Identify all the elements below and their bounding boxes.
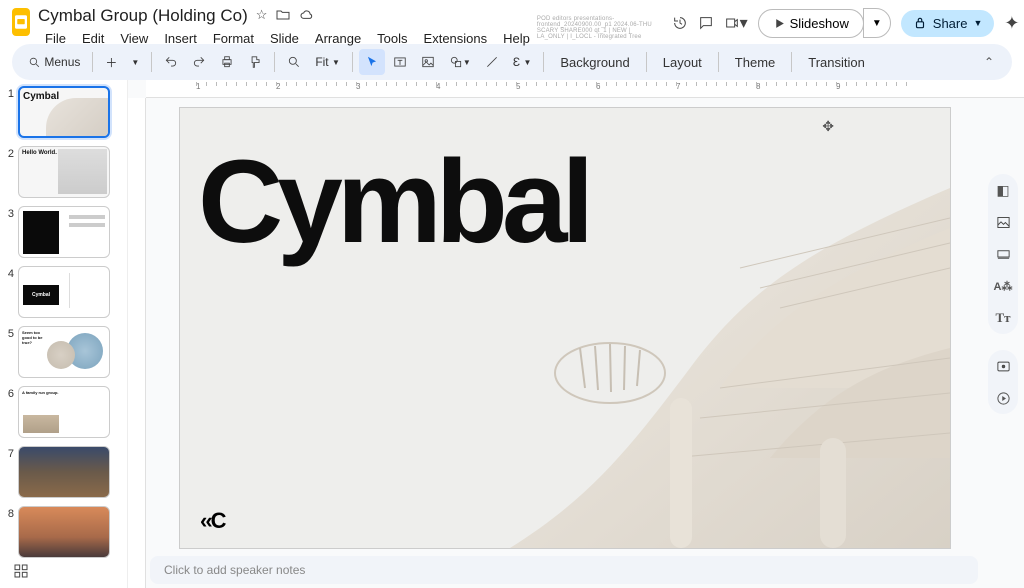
thumbnail-2[interactable]: Hello World. <box>18 146 110 198</box>
speaker-notes[interactable]: Click to add speaker notes <box>150 556 978 584</box>
menu-bar: File Edit View Insert Format Slide Arran… <box>38 28 537 49</box>
textbox-tool[interactable] <box>387 49 413 75</box>
vertical-ruler <box>128 98 146 588</box>
theme-button[interactable]: Theme <box>725 49 785 75</box>
side-panel: ◧ A⁂ Tᴛ <box>984 84 1022 586</box>
meet-icon[interactable]: ▾ <box>724 11 748 35</box>
menu-arrange[interactable]: Arrange <box>308 28 368 49</box>
slide-number: 7 <box>6 446 14 498</box>
slideshow-caret[interactable]: ▼ <box>863 8 891 38</box>
select-tool[interactable] <box>359 49 385 75</box>
thumbnail-6[interactable]: A family run group. <box>18 386 110 438</box>
gemini-icon[interactable]: ✦ <box>1004 11 1019 35</box>
print-button[interactable] <box>214 49 240 75</box>
slide-number: 2 <box>6 146 14 198</box>
document-title[interactable]: Cymbal Group (Holding Co) <box>38 6 248 26</box>
slide-number: 8 <box>6 506 14 558</box>
new-slide-button[interactable]: ＋ <box>99 49 123 75</box>
thumbnail-4[interactable]: Cymbal <box>18 266 110 318</box>
move-cursor-icon: ✥ <box>822 118 834 135</box>
paint-format-button[interactable] <box>242 49 268 75</box>
slide-number: 3 <box>6 206 14 258</box>
zoom-level[interactable]: Fit ▼ <box>309 49 346 75</box>
transition-button[interactable]: Transition <box>798 49 875 75</box>
redo-button[interactable] <box>186 49 212 75</box>
thumbnail-3[interactable] <box>18 206 110 258</box>
panel-play-icon[interactable] <box>993 388 1013 408</box>
collapse-toolbar[interactable]: ⌃ <box>976 51 1002 73</box>
new-slide-caret[interactable]: ▼ <box>125 49 145 75</box>
thumbnail-7[interactable] <box>18 446 110 498</box>
cloud-status-icon[interactable] <box>299 7 315 26</box>
line-tool[interactable] <box>479 49 505 75</box>
slide-number: 1 <box>6 86 14 138</box>
slide-number: 6 <box>6 386 14 438</box>
menu-extensions[interactable]: Extensions <box>417 28 495 49</box>
shape-tool[interactable]: ▼ <box>443 49 477 75</box>
comment-icon[interactable] <box>698 11 714 35</box>
menu-tools[interactable]: Tools <box>370 28 414 49</box>
layout-button[interactable]: Layout <box>653 49 712 75</box>
slides-logo[interactable] <box>12 8 30 36</box>
menu-edit[interactable]: Edit <box>75 28 111 49</box>
slideshow-button[interactable]: Slideshow <box>758 9 864 38</box>
background-button[interactable]: Background <box>550 49 639 75</box>
panel-recording-icon[interactable] <box>993 356 1013 376</box>
horizontal-ruler: 123456789 <box>146 80 1024 98</box>
grid-view-icon[interactable] <box>10 560 32 582</box>
history-icon[interactable] <box>672 11 688 35</box>
menu-insert[interactable]: Insert <box>157 28 204 49</box>
panel-gemini-icon[interactable]: ◧ <box>993 180 1013 200</box>
zoom-tool[interactable] <box>281 49 307 75</box>
thumbnail-5[interactable]: Seem too good to be true? <box>18 326 110 378</box>
slide-canvas[interactable]: Cymbal ‹‹C ✥ <box>180 108 950 548</box>
slide-logo-mark: ‹‹C <box>200 508 225 534</box>
panel-shapes-icon[interactable] <box>993 244 1013 264</box>
toolbar: Menus ＋ ▼ Fit ▼ ▼ Ɛ ▼ Background Layout … <box>12 44 1012 80</box>
image-tool[interactable] <box>415 49 441 75</box>
share-button[interactable]: Share▼ <box>901 10 995 37</box>
panel-translate-icon[interactable]: A⁂ <box>993 276 1013 296</box>
panel-image-icon[interactable] <box>993 212 1013 232</box>
slide-number: 5 <box>6 326 14 378</box>
menu-slide[interactable]: Slide <box>263 28 306 49</box>
thumbnail-8[interactable] <box>18 506 110 558</box>
panel-text-icon[interactable]: Tᴛ <box>993 308 1013 328</box>
slide-number: 4 <box>6 266 14 318</box>
search-menus[interactable]: Menus <box>22 49 86 75</box>
menu-format[interactable]: Format <box>206 28 261 49</box>
slide-title[interactable]: Cymbal <box>198 134 588 270</box>
filmstrip[interactable]: 1Cymbal 2Hello World. 3 4Cymbal 5Seem to… <box>0 80 128 588</box>
menu-help[interactable]: Help <box>496 28 537 49</box>
build-status: POD editors presentations-frontend_20240… <box>537 16 658 40</box>
menu-view[interactable]: View <box>113 28 155 49</box>
move-folder-icon[interactable] <box>275 7 291 26</box>
menu-file[interactable]: File <box>38 28 73 49</box>
thumbnail-1[interactable]: Cymbal <box>18 86 110 138</box>
star-icon[interactable]: ☆ <box>256 7 268 26</box>
comment-tool[interactable]: Ɛ ▼ <box>507 49 538 75</box>
undo-button[interactable] <box>158 49 184 75</box>
